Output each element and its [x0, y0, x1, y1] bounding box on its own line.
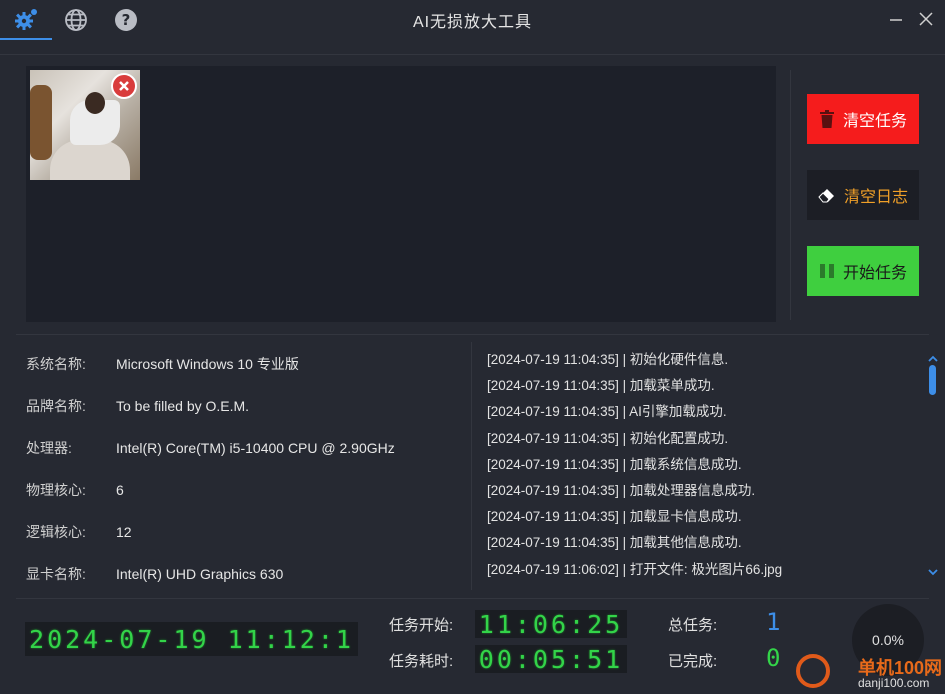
start-task-button[interactable]: 开始任务	[807, 246, 919, 296]
info-label: 品牌名称:	[26, 398, 86, 414]
watermark-logo: 单机100网 danji100.com	[796, 650, 945, 694]
clear-tasks-label: 清空任务	[842, 113, 907, 130]
total-tasks-count: 1	[766, 608, 781, 636]
log-entry: [2024-07-19 11:04:35] | 加载处理器信息成功.	[487, 482, 756, 498]
log-entry: [2024-07-19 11:06:02] | 打开文件: 极光图片66.jpg	[487, 561, 783, 577]
log-entry: [2024-07-19 11:04:35] | 初始化配置成功.	[487, 430, 729, 446]
log-entry: [2024-07-19 11:04:35] | 加载其他信息成功.	[487, 535, 742, 551]
divider	[790, 70, 791, 320]
log-entry: [2024-07-19 11:04:35] | 加载系统信息成功.	[487, 456, 742, 472]
minimize-button[interactable]	[884, 8, 908, 30]
info-value: To be filled by O.E.M.	[116, 398, 250, 414]
divider	[0, 54, 945, 55]
close-icon	[919, 12, 933, 26]
scroll-up-button[interactable]	[926, 352, 940, 364]
info-row-brand: 品牌名称: To be filled by O.E.M.	[26, 385, 466, 427]
log-scrollbar-thumb[interactable]	[929, 365, 936, 395]
task-elapsed-display: 00:05:51	[475, 645, 627, 674]
chevron-up-icon	[928, 355, 938, 362]
task-start-display: 11:06:25	[475, 610, 627, 639]
info-label: 系统名称:	[26, 356, 86, 372]
clear-tasks-button[interactable]: 清空任务	[807, 94, 919, 144]
divider	[16, 598, 929, 599]
window-title: AI无损放大工具	[412, 14, 533, 31]
eraser-icon	[818, 189, 834, 203]
info-row-os: 系统名称: Microsoft Windows 10 专业版	[26, 343, 466, 385]
system-info-panel: 系统名称: Microsoft Windows 10 专业版 品牌名称: To …	[26, 343, 466, 595]
info-row-logical-cores: 逻辑核心: 12	[26, 511, 466, 553]
divider	[471, 342, 472, 590]
info-label: 显卡名称:	[26, 566, 86, 582]
remove-image-button[interactable]	[111, 73, 137, 99]
log-entry: [2024-07-19 11:04:35] | 初始化硬件信息.	[487, 352, 729, 367]
total-tasks-label: 总任务:	[668, 617, 718, 634]
completed-count: 0	[766, 644, 781, 672]
scroll-down-button[interactable]	[926, 566, 940, 578]
image-drop-area[interactable]	[26, 66, 776, 322]
watermark-en-text: danji100.com	[858, 676, 930, 690]
log-entry: [2024-07-19 11:04:35] | AI引擎加载成功.	[487, 404, 727, 420]
info-label: 逻辑核心:	[26, 524, 86, 540]
close-button[interactable]	[914, 8, 938, 30]
trash-icon	[819, 110, 834, 128]
info-row-physical-cores: 物理核心: 6	[26, 469, 466, 511]
close-icon	[119, 81, 129, 91]
clear-log-label: 清空日志	[843, 189, 908, 206]
progress-percent: 0.0%	[872, 632, 904, 648]
clear-log-button[interactable]: 清空日志	[807, 170, 919, 220]
divider	[16, 334, 929, 335]
info-row-cpu: 处理器: Intel(R) Core(TM) i5-10400 CPU @ 2.…	[26, 427, 466, 469]
title-bar: ? AI无损放大工具	[0, 0, 945, 40]
task-elapsed-label: 任务耗时:	[389, 653, 454, 670]
log-panel[interactable]: [2024-07-19 11:04:35] | 初始化硬件信息. [2024-0…	[487, 348, 917, 584]
pause-icon	[819, 264, 834, 278]
log-entry: [2024-07-19 11:04:35] | 加载显卡信息成功.	[487, 509, 742, 525]
log-entry: [2024-07-19 11:04:35] | 加载菜单成功.	[487, 378, 715, 394]
info-value: 6	[116, 482, 124, 498]
chevron-down-icon	[928, 568, 938, 575]
info-value: Intel(R) UHD Graphics 630	[116, 566, 284, 582]
info-row-gpu: 显卡名称: Intel(R) UHD Graphics 630	[26, 553, 466, 595]
start-task-label: 开始任务	[842, 265, 907, 282]
info-label: 处理器:	[26, 440, 72, 456]
info-label: 物理核心:	[26, 482, 86, 498]
info-value: Microsoft Windows 10 专业版	[116, 356, 299, 372]
clock-display: 2024-07-19 11:12:1	[25, 622, 358, 656]
info-value: Intel(R) Core(TM) i5-10400 CPU @ 2.90GHz	[116, 440, 395, 456]
info-value: 12	[116, 524, 132, 540]
watermark-circle-icon	[796, 654, 830, 688]
completed-label: 已完成:	[668, 653, 718, 670]
task-start-label: 任务开始:	[389, 617, 454, 634]
minimize-icon	[890, 19, 902, 21]
